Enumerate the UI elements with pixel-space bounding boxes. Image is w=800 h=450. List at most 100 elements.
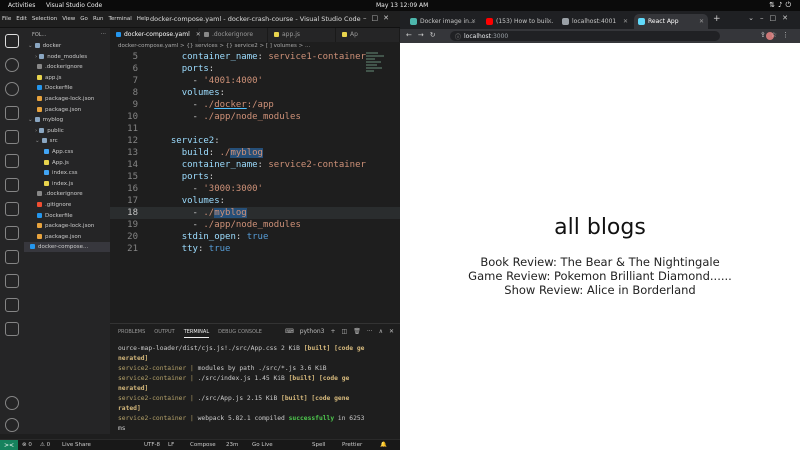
maximize-icon[interactable]: □ xyxy=(770,14,783,22)
window-controls[interactable]: –□✕ xyxy=(363,14,394,22)
breadcrumb[interactable]: docker-compose.yaml > {} services > {} s… xyxy=(118,43,310,49)
new-tab-icon[interactable]: + xyxy=(713,14,721,24)
dropdown-icon[interactable]: ⌄ xyxy=(748,14,760,22)
tree-item[interactable]: .gitignore xyxy=(24,200,110,210)
tree-item[interactable]: package.json xyxy=(24,232,110,242)
notifications-icon[interactable]: 🔔 xyxy=(380,442,387,448)
close-tab-icon[interactable]: ✕ xyxy=(547,14,552,29)
code-line[interactable]: 15 ports: xyxy=(110,171,400,183)
eol-status[interactable]: LF xyxy=(168,442,174,448)
menu-icon[interactable]: ⋮ xyxy=(782,31,794,39)
errors-count[interactable]: ⊗ 0 xyxy=(22,442,32,448)
time-status[interactable]: 23m xyxy=(226,442,238,448)
code-line[interactable]: 17 volumes: xyxy=(110,195,400,207)
editor-tab[interactable]: app.js xyxy=(268,28,336,42)
tree-item[interactable]: .dockerignore xyxy=(24,62,110,72)
maximize-icon[interactable]: □ xyxy=(372,14,384,22)
editor-tab[interactable]: Ap xyxy=(336,28,400,42)
shell-name[interactable]: python3 xyxy=(300,328,325,335)
split-terminal-icon[interactable]: ◫ xyxy=(342,328,348,335)
tree-item[interactable]: package.json xyxy=(24,105,110,115)
live-share-icon[interactable] xyxy=(5,250,19,264)
menu-go[interactable]: Go xyxy=(80,16,88,22)
sync-icon[interactable] xyxy=(5,298,19,312)
remote-indicator-icon[interactable]: >< xyxy=(0,440,18,450)
forward-icon[interactable]: → xyxy=(418,31,430,39)
terminal-icon[interactable]: ⌨ xyxy=(285,328,294,335)
system-clock[interactable]: May 13 12:09 AM xyxy=(376,2,428,9)
back-icon[interactable]: ← xyxy=(406,31,418,39)
search-icon[interactable] xyxy=(5,82,19,96)
code-line[interactable]: 5 container_name: service1-container xyxy=(110,51,400,63)
bookmark-star-icon[interactable]: ☆ xyxy=(771,31,782,39)
menu-terminal[interactable]: Terminal xyxy=(108,16,131,22)
run-debug-icon[interactable] xyxy=(5,130,19,144)
browser-tab[interactable]: localhost:4001 ✕ xyxy=(558,14,632,29)
system-tray[interactable]: ⇅♪⏻ xyxy=(769,1,794,10)
code-line[interactable]: 21 tty: true xyxy=(110,243,400,255)
remote-explorer-icon[interactable] xyxy=(5,178,19,192)
tree-item[interactable]: ⌄ docker xyxy=(24,41,110,51)
menu-selection[interactable]: Selection xyxy=(32,16,57,22)
testing-icon[interactable] xyxy=(5,202,19,216)
active-app-name[interactable]: Visual Studio Code xyxy=(46,2,102,9)
source-control-icon[interactable] xyxy=(5,106,19,120)
panel-tab-output[interactable]: OUTPUT xyxy=(154,329,174,338)
menu-run[interactable]: Run xyxy=(93,16,104,22)
menu-file[interactable]: File xyxy=(2,16,11,22)
code-line[interactable]: 12 service2: xyxy=(110,135,400,147)
close-panel-icon[interactable]: ✕ xyxy=(389,328,394,335)
tree-item[interactable]: ⌄ src xyxy=(24,136,110,146)
minimize-icon[interactable]: – xyxy=(363,14,372,22)
encoding-status[interactable]: UTF-8 xyxy=(144,442,160,448)
code-line[interactable]: 9 - ./docker:/app xyxy=(110,99,400,111)
explorer-icon[interactable] xyxy=(5,34,19,48)
panel-tab-debug-console[interactable]: DEBUG CONSOLE xyxy=(218,329,262,338)
bug-icon[interactable] xyxy=(5,58,19,72)
code-line[interactable]: 20 stdin_open: true xyxy=(110,231,400,243)
code-line[interactable]: 10 - ./app/node_modules xyxy=(110,111,400,123)
terminal-output[interactable]: ource-map-loader/dist/cjs.js!./src/App.c… xyxy=(118,344,400,434)
address-bar[interactable]: ⓘ localhost:3000 xyxy=(450,31,720,41)
browser-tab[interactable]: Docker image in... ✕ xyxy=(406,14,480,29)
tree-item[interactable]: App.css xyxy=(24,147,110,157)
tree-item[interactable]: package-lock.json xyxy=(24,221,110,231)
panel-tab-problems[interactable]: PROBLEMS xyxy=(118,329,145,338)
language-status[interactable]: Compose xyxy=(190,442,216,448)
menu-edit[interactable]: Edit xyxy=(16,16,27,22)
editor-tab[interactable]: .dockerignore xyxy=(198,28,268,42)
activities-button[interactable]: Activities xyxy=(8,2,35,9)
tree-item[interactable]: › public xyxy=(24,126,110,136)
site-info-icon[interactable]: ⓘ xyxy=(455,32,461,41)
maximize-panel-icon[interactable]: ∧ xyxy=(379,328,383,335)
code-line[interactable]: 14 container_name: service2-container xyxy=(110,159,400,171)
warnings-count[interactable]: ⚠ 0 xyxy=(40,442,50,448)
prettier-status[interactable]: Prettier xyxy=(342,442,362,448)
go-live-status[interactable]: Go Live xyxy=(252,442,273,448)
more-icon[interactable]: ··· xyxy=(367,328,373,335)
settings-gear-icon[interactable] xyxy=(5,418,19,432)
minimap[interactable] xyxy=(366,52,386,82)
browser-window-controls[interactable]: ⌄–□✕ xyxy=(748,14,794,22)
spell-status[interactable]: Spell xyxy=(312,442,325,448)
close-icon[interactable]: ✕ xyxy=(782,14,794,22)
code-line[interactable]: 8 volumes: xyxy=(110,87,400,99)
code-line[interactable]: 11 xyxy=(110,123,400,135)
trash-icon[interactable]: 🗑 xyxy=(353,328,361,335)
github-icon[interactable] xyxy=(5,274,19,288)
menu-view[interactable]: View xyxy=(62,16,75,22)
code-line[interactable]: 13 build: ./myblog xyxy=(110,147,400,159)
tree-item[interactable]: App.js xyxy=(24,158,110,168)
address-text[interactable]: localhost:3000 xyxy=(464,33,508,40)
package-icon[interactable] xyxy=(5,322,19,336)
close-icon[interactable]: ✕ xyxy=(383,14,394,22)
tree-item[interactable]: Dockerfile xyxy=(24,211,110,221)
tree-item[interactable]: index.css xyxy=(24,168,110,178)
panel-tab-terminal[interactable]: TERMINAL xyxy=(183,329,210,338)
reload-icon[interactable]: ↻ xyxy=(430,31,442,39)
more-actions-icon[interactable]: ··· xyxy=(101,31,106,37)
browser-tab[interactable]: (153) How to buil... ✕ xyxy=(482,14,556,29)
tree-item[interactable]: docker-compose... xyxy=(24,242,110,253)
tree-item[interactable]: package-lock.json xyxy=(24,94,110,104)
code-line[interactable]: 6 ports: xyxy=(110,63,400,75)
